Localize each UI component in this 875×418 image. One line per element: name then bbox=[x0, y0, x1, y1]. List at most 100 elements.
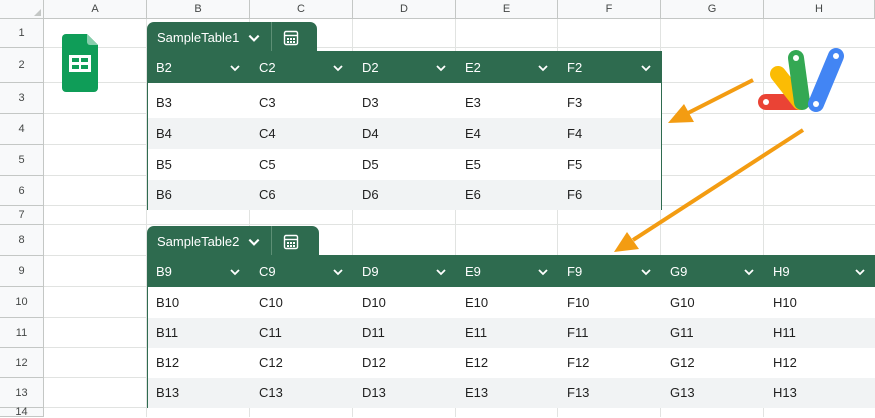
chevron-down-icon[interactable] bbox=[640, 266, 652, 278]
column-header[interactable]: H bbox=[764, 0, 875, 19]
column-header-cell[interactable]: C9 bbox=[251, 256, 354, 287]
column-header-cell[interactable]: B2 bbox=[148, 52, 251, 83]
column-header[interactable]: D bbox=[353, 0, 456, 19]
column-header-cell[interactable]: B9 bbox=[148, 256, 251, 287]
table-cell[interactable]: C6 bbox=[251, 180, 354, 210]
table-cell[interactable]: G10 bbox=[662, 287, 765, 317]
column-header-cell[interactable]: C2 bbox=[251, 52, 354, 83]
row-header[interactable]: 14 bbox=[0, 406, 44, 418]
table-cell[interactable]: C4 bbox=[251, 118, 354, 148]
row-header[interactable]: 3 bbox=[0, 83, 44, 114]
table-cell[interactable]: C11 bbox=[251, 318, 354, 348]
row-header[interactable]: 7 bbox=[0, 206, 44, 225]
chevron-down-icon[interactable] bbox=[332, 266, 344, 278]
chevron-down-icon[interactable] bbox=[229, 266, 241, 278]
table-cell[interactable]: F11 bbox=[559, 318, 662, 348]
column-header[interactable]: A bbox=[44, 0, 147, 19]
table-cell[interactable]: C12 bbox=[251, 348, 354, 378]
table-cell[interactable]: E4 bbox=[457, 118, 559, 148]
table-name-chip[interactable]: SampleTable1 bbox=[147, 22, 317, 53]
table-cell[interactable]: C13 bbox=[251, 378, 354, 408]
chevron-down-icon[interactable] bbox=[229, 62, 241, 74]
chevron-down-icon[interactable] bbox=[435, 62, 447, 74]
table-cell[interactable]: F6 bbox=[559, 180, 662, 210]
row-header[interactable]: 5 bbox=[0, 145, 44, 176]
table-cell[interactable]: C10 bbox=[251, 287, 354, 317]
chevron-down-icon[interactable] bbox=[247, 31, 261, 45]
column-header[interactable]: C bbox=[250, 0, 353, 19]
row-header[interactable]: 1 bbox=[0, 19, 44, 48]
table-cell[interactable]: D6 bbox=[354, 180, 457, 210]
column-header-cell[interactable]: E9 bbox=[457, 256, 559, 287]
chevron-down-icon[interactable] bbox=[435, 266, 447, 278]
table-cell[interactable]: B3 bbox=[148, 87, 251, 117]
select-all-corner[interactable] bbox=[0, 0, 44, 19]
table-cell[interactable]: C5 bbox=[251, 149, 354, 179]
table-cell[interactable]: G11 bbox=[662, 318, 765, 348]
column-header[interactable]: B bbox=[147, 0, 250, 19]
table-cell[interactable]: F10 bbox=[559, 287, 662, 317]
table-cell[interactable]: F13 bbox=[559, 378, 662, 408]
row-header[interactable]: 10 bbox=[0, 287, 44, 318]
chevron-down-icon[interactable] bbox=[854, 266, 866, 278]
column-header[interactable]: G bbox=[661, 0, 764, 19]
table-cell[interactable]: B13 bbox=[148, 378, 251, 408]
column-header-cell[interactable]: H9 bbox=[765, 256, 875, 287]
table-cell[interactable]: F12 bbox=[559, 348, 662, 378]
calculator-icon[interactable] bbox=[283, 30, 299, 46]
table-cell[interactable]: B11 bbox=[148, 318, 251, 348]
row-header[interactable]: 8 bbox=[0, 225, 44, 256]
table-cell[interactable]: E12 bbox=[457, 348, 559, 378]
column-header-cell[interactable]: D9 bbox=[354, 256, 457, 287]
row-header[interactable]: 4 bbox=[0, 114, 44, 145]
table-cell[interactable]: B6 bbox=[148, 180, 251, 210]
table-cell[interactable]: D12 bbox=[354, 348, 457, 378]
column-header[interactable]: E bbox=[456, 0, 558, 19]
chevron-down-icon[interactable] bbox=[247, 235, 261, 249]
table-name[interactable]: SampleTable1 bbox=[157, 30, 239, 45]
table-cell[interactable]: B10 bbox=[148, 287, 251, 317]
chevron-down-icon[interactable] bbox=[640, 62, 652, 74]
table-cell[interactable]: F3 bbox=[559, 87, 662, 117]
table-cell[interactable]: E11 bbox=[457, 318, 559, 348]
chevron-down-icon[interactable] bbox=[332, 62, 344, 74]
column-header-cell[interactable]: F9 bbox=[559, 256, 662, 287]
table-cell[interactable]: D10 bbox=[354, 287, 457, 317]
table-cell[interactable]: D4 bbox=[354, 118, 457, 148]
row-header[interactable]: 9 bbox=[0, 256, 44, 287]
table-cell[interactable]: E6 bbox=[457, 180, 559, 210]
table-cell[interactable]: G13 bbox=[662, 378, 765, 408]
spreadsheet-grid[interactable]: A B C D E F G H 1 2 3 4 5 6 7 8 9 10 11 12 13 14 SampleTable1 B… bbox=[0, 0, 875, 418]
table-cell[interactable]: D5 bbox=[354, 149, 457, 179]
table-cell[interactable]: E13 bbox=[457, 378, 559, 408]
table-cell[interactable]: D11 bbox=[354, 318, 457, 348]
table-cell[interactable]: H12 bbox=[765, 348, 875, 378]
table-cell[interactable]: G12 bbox=[662, 348, 765, 378]
table-cell[interactable]: C3 bbox=[251, 87, 354, 117]
column-header-cell[interactable]: F2 bbox=[559, 52, 662, 83]
table-name-chip[interactable]: SampleTable2 bbox=[147, 226, 319, 257]
table-cell[interactable]: H13 bbox=[765, 378, 875, 408]
table-name[interactable]: SampleTable2 bbox=[157, 234, 239, 249]
column-header-cell[interactable]: G9 bbox=[662, 256, 765, 287]
table-cell[interactable]: E3 bbox=[457, 87, 559, 117]
column-header-cell[interactable]: E2 bbox=[457, 52, 559, 83]
column-header-cell[interactable]: D2 bbox=[354, 52, 457, 83]
table-cell[interactable]: F5 bbox=[559, 149, 662, 179]
table-cell[interactable]: B4 bbox=[148, 118, 251, 148]
table-cell[interactable]: B5 bbox=[148, 149, 251, 179]
row-header[interactable]: 6 bbox=[0, 176, 44, 206]
table-cell[interactable]: D13 bbox=[354, 378, 457, 408]
column-header[interactable]: F bbox=[558, 0, 661, 19]
row-header[interactable]: 2 bbox=[0, 48, 44, 83]
calculator-icon[interactable] bbox=[283, 234, 299, 250]
table-cell[interactable]: F4 bbox=[559, 118, 662, 148]
chevron-down-icon[interactable] bbox=[743, 266, 755, 278]
chevron-down-icon[interactable] bbox=[537, 266, 549, 278]
row-header[interactable]: 11 bbox=[0, 318, 44, 348]
chevron-down-icon[interactable] bbox=[537, 62, 549, 74]
row-header[interactable]: 13 bbox=[0, 378, 44, 408]
table-cell[interactable]: E10 bbox=[457, 287, 559, 317]
table-cell[interactable]: H10 bbox=[765, 287, 875, 317]
table-cell[interactable]: D3 bbox=[354, 87, 457, 117]
